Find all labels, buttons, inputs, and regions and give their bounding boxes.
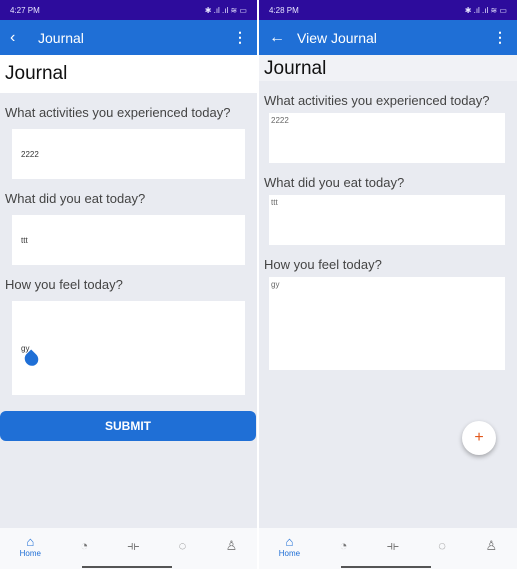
bottom-nav: ⌂ Home ◔ ⟛ ◌ ♙ xyxy=(0,528,257,569)
nav-stats[interactable]: ◔ xyxy=(340,538,348,553)
home-icon: ⌂ xyxy=(26,533,35,549)
status-time: 4:27 PM xyxy=(10,5,40,15)
chevron-left-icon[interactable]: ‹ xyxy=(10,29,38,47)
pie-chart-icon: ◔ xyxy=(339,538,348,553)
feeling-value: gy xyxy=(269,277,505,370)
app-bar-title: View Journal xyxy=(297,29,377,46)
app-bar-title: Journal xyxy=(38,29,84,46)
chat-icon: ◌ xyxy=(438,538,447,553)
nav-home-label: Home xyxy=(19,548,41,558)
app-bar: ‹ Journal ⋮ xyxy=(0,20,257,55)
nav-stats[interactable]: ◔ xyxy=(80,538,88,553)
activities-input[interactable]: 2222 xyxy=(12,129,245,179)
question-label: What activities you experienced today? xyxy=(264,93,490,108)
nav-workout[interactable]: ⟛ xyxy=(127,538,139,554)
question-label: What did you eat today? xyxy=(264,175,405,190)
food-input[interactable]: ttt xyxy=(12,215,245,265)
bottom-nav: ⌂ Home ◔ ⟛ ◌ ♙ xyxy=(259,528,517,569)
more-vert-icon[interactable]: ⋮ xyxy=(493,29,507,46)
question-label: How you feel today? xyxy=(5,277,123,292)
nav-home[interactable]: ⌂ Home xyxy=(20,534,41,558)
arrow-left-icon[interactable]: ← xyxy=(269,29,297,47)
nav-chat[interactable]: ◌ xyxy=(179,538,187,553)
submit-button[interactable]: SUBMIT xyxy=(0,411,256,441)
question-label: What activities you experienced today? xyxy=(5,105,231,120)
dumbbell-icon: ⟛ xyxy=(127,537,140,553)
more-vert-icon[interactable]: ⋮ xyxy=(233,29,247,46)
home-icon: ⌂ xyxy=(285,533,294,549)
user-icon: ♙ xyxy=(225,537,238,553)
status-icons: ✱ .ıl .ıl ≋ ▭ xyxy=(204,5,247,15)
nav-workout[interactable]: ⟛ xyxy=(387,538,399,554)
feeling-input[interactable]: gy xyxy=(12,301,245,395)
view-journal-screen: 4:28 PM ✱ .ıl .ıl ≋ ▭ ← View Journal ⋮ Jour… xyxy=(259,0,517,569)
status-bar: 4:28 PM ✱ .ıl .ıl ≋ ▭ xyxy=(259,0,517,20)
nav-profile[interactable]: ♙ xyxy=(486,538,498,554)
status-time: 4:28 PM xyxy=(269,5,299,15)
chat-icon: ◌ xyxy=(178,538,187,553)
question-label: How you feel today? xyxy=(264,257,382,272)
question-label: What did you eat today? xyxy=(5,191,146,206)
food-value: ttt xyxy=(269,195,505,245)
nav-chat[interactable]: ◌ xyxy=(438,538,446,553)
page-title: Journal xyxy=(0,55,257,93)
gesture-handle xyxy=(82,566,172,568)
user-icon: ♙ xyxy=(485,537,498,553)
add-button[interactable]: + xyxy=(462,421,496,455)
status-icons: ✱ .ıl .ıl ≋ ▭ xyxy=(464,5,507,15)
app-bar: ← View Journal ⋮ xyxy=(259,20,517,55)
journal-screen: 4:27 PM ✱ .ıl .ıl ≋ ▭ ‹ Journal ⋮ Journal W… xyxy=(0,0,257,569)
nav-home[interactable]: ⌂ Home xyxy=(279,534,300,558)
nav-profile[interactable]: ♙ xyxy=(226,538,238,554)
dumbbell-icon: ⟛ xyxy=(386,537,399,553)
gesture-handle xyxy=(341,566,431,568)
status-bar: 4:27 PM ✱ .ıl .ıl ≋ ▭ xyxy=(0,0,257,20)
pie-chart-icon: ◔ xyxy=(80,538,89,553)
activities-value: 2222 xyxy=(269,113,505,163)
page-title: Journal xyxy=(259,55,517,81)
nav-home-label: Home xyxy=(278,548,301,558)
